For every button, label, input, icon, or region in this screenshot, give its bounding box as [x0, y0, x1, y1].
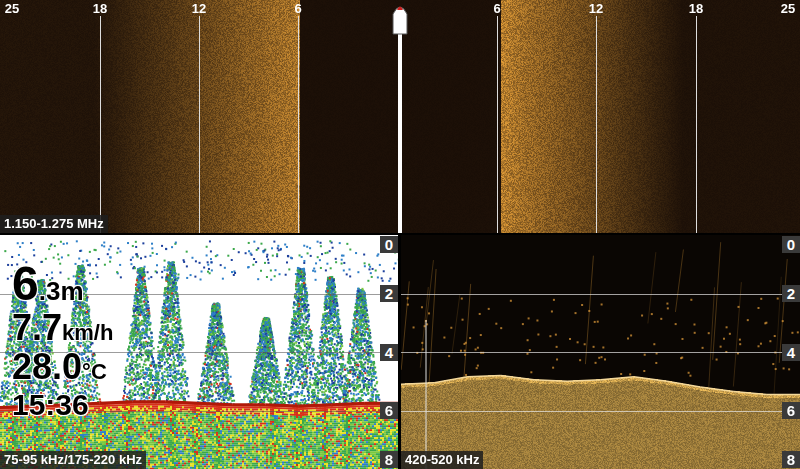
depth-scale-label: 0	[380, 236, 398, 253]
range-line	[199, 16, 200, 233]
bottom-segment	[133, 400, 166, 403]
down-imaging-panel: 0 2 4 6 8 420-520 kHz	[401, 235, 800, 469]
bottom-segment	[100, 402, 133, 403]
range-label: 6	[491, 1, 502, 16]
range-label: 18	[687, 1, 705, 16]
readout: 7.7km/h	[12, 311, 113, 346]
bottom-segment	[767, 394, 800, 396]
range-label: 12	[587, 1, 605, 16]
bottom-segment	[265, 405, 298, 406]
readout-unit: km/h	[62, 320, 113, 346]
side-imaging-panel: 25 18 12 6 6 12 18 25 1.150-1.275 MHz	[0, 0, 800, 233]
depth-scale-label: 2	[380, 285, 398, 302]
bottom-segment	[734, 391, 767, 394]
bottom-segment	[401, 383, 434, 384]
readout-unit: °C	[82, 359, 107, 385]
bottom-segment	[567, 380, 600, 381]
range-line	[298, 16, 299, 233]
bottom-segment	[299, 405, 332, 406]
depth-line	[401, 352, 800, 353]
bottom-segment	[166, 402, 199, 403]
readout: 28.0°C	[12, 350, 113, 385]
readout-value: 28.0	[12, 350, 82, 384]
bottom-segment	[601, 377, 634, 380]
range-label: 25	[779, 1, 797, 16]
depth-scale-label: 0	[782, 236, 800, 253]
readouts: 6.3m 7.7km/h 28.0°C 15:36	[12, 261, 113, 421]
readout-value: 6	[12, 261, 39, 307]
range-line	[696, 16, 697, 233]
bottom-segment	[199, 403, 232, 404]
bottom-segment	[434, 377, 467, 383]
bottom-segment	[468, 375, 501, 376]
depth-line	[401, 411, 800, 412]
frequency-label: 1.150-1.275 MHz	[0, 215, 108, 233]
depth-scale-label: 4	[380, 344, 398, 361]
boat-icon	[0, 0, 800, 233]
range-line	[596, 16, 597, 233]
depth-scale-label: 2	[782, 285, 800, 302]
range-line	[497, 16, 498, 233]
frequency-label: 420-520 kHz	[401, 451, 483, 469]
range-label: 12	[190, 1, 208, 16]
bottom-segment	[501, 375, 534, 379]
frequency-label: 75-95 kHz/175-220 kHz	[0, 451, 146, 469]
readout-unit: .3m	[39, 276, 84, 307]
depth-scale-label: 6	[380, 402, 398, 419]
depth-scale-label: 8	[380, 451, 398, 468]
readout-value: 15:36	[12, 389, 89, 421]
bottom-segment	[700, 387, 733, 391]
depth-line	[401, 294, 800, 295]
range-label: 25	[3, 1, 21, 16]
sonar-2d-panel: 024686.3m7.7km/h28.0°C15:3675-95 kHz/175…	[0, 235, 398, 469]
depth-scale-label: 8	[782, 451, 800, 468]
readout: 15:36	[12, 389, 113, 421]
range-label: 6	[292, 1, 303, 16]
bottom-segment	[332, 403, 365, 404]
bottom-segment	[667, 381, 700, 387]
readout-value: 7.7	[12, 311, 62, 345]
bottom-segment	[634, 377, 667, 381]
readout: 6.3m	[12, 261, 113, 307]
range-label: 18	[91, 1, 109, 16]
depth-scale-label: 4	[782, 344, 800, 361]
bottom-segment	[534, 380, 567, 381]
bottom-segment	[232, 403, 265, 406]
range-line	[100, 16, 101, 233]
depth-scale-label: 6	[782, 402, 800, 419]
